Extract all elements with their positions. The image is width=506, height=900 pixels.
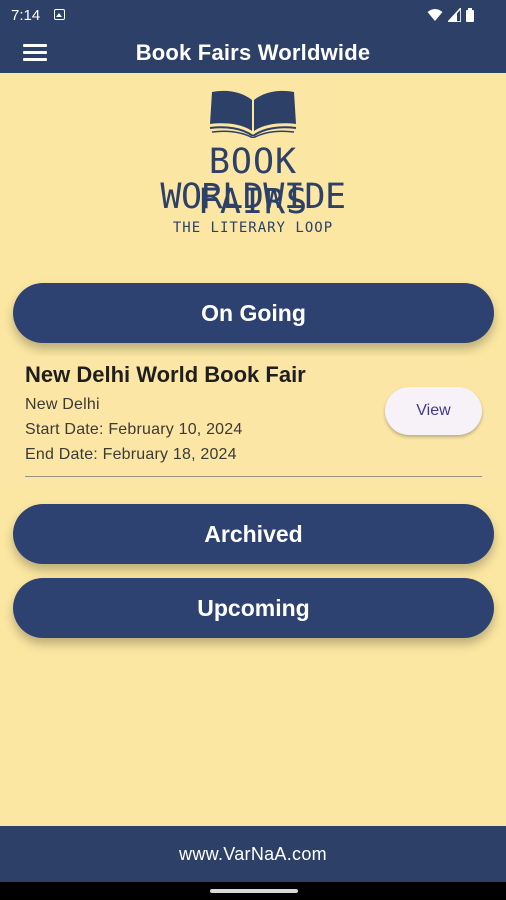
app-bar: Book Fairs Worldwide <box>0 32 506 73</box>
navigation-bar <box>0 882 506 900</box>
fair-list-item: New Delhi World Book Fair New Delhi Star… <box>25 358 482 477</box>
ongoing-button[interactable]: On Going <box>13 283 494 343</box>
footer-link[interactable]: www.VarNaA.com <box>179 844 327 865</box>
signal-icon <box>448 8 461 22</box>
view-button[interactable]: View <box>385 387 482 435</box>
status-icons <box>427 8 474 22</box>
archived-button[interactable]: Archived <box>13 504 494 564</box>
logo-title-line2: WORLDWIDE <box>160 177 346 217</box>
fair-name: New Delhi World Book Fair <box>25 362 306 387</box>
app-logo: BOOK FAIRS WORLDWIDE THE LITERARY LOOP <box>160 76 346 244</box>
app-title: Book Fairs Worldwide <box>135 40 371 65</box>
wifi-icon <box>427 9 443 21</box>
fair-end-date: End Date: February 18, 2024 <box>25 446 237 463</box>
logo-tagline: THE LITERARY LOOP <box>172 220 334 236</box>
status-bar: 7:14 <box>0 0 506 32</box>
fair-location: New Delhi <box>25 396 100 413</box>
notification-icon <box>54 9 65 20</box>
open-book-icon <box>209 90 297 138</box>
upcoming-button[interactable]: Upcoming <box>13 578 494 638</box>
home-gesture-handle[interactable] <box>210 889 298 893</box>
status-time: 7:14 <box>11 7 41 24</box>
battery-icon <box>466 8 474 22</box>
footer: www.VarNaA.com <box>0 826 506 882</box>
fair-start-date: Start Date: February 10, 2024 <box>25 421 243 438</box>
